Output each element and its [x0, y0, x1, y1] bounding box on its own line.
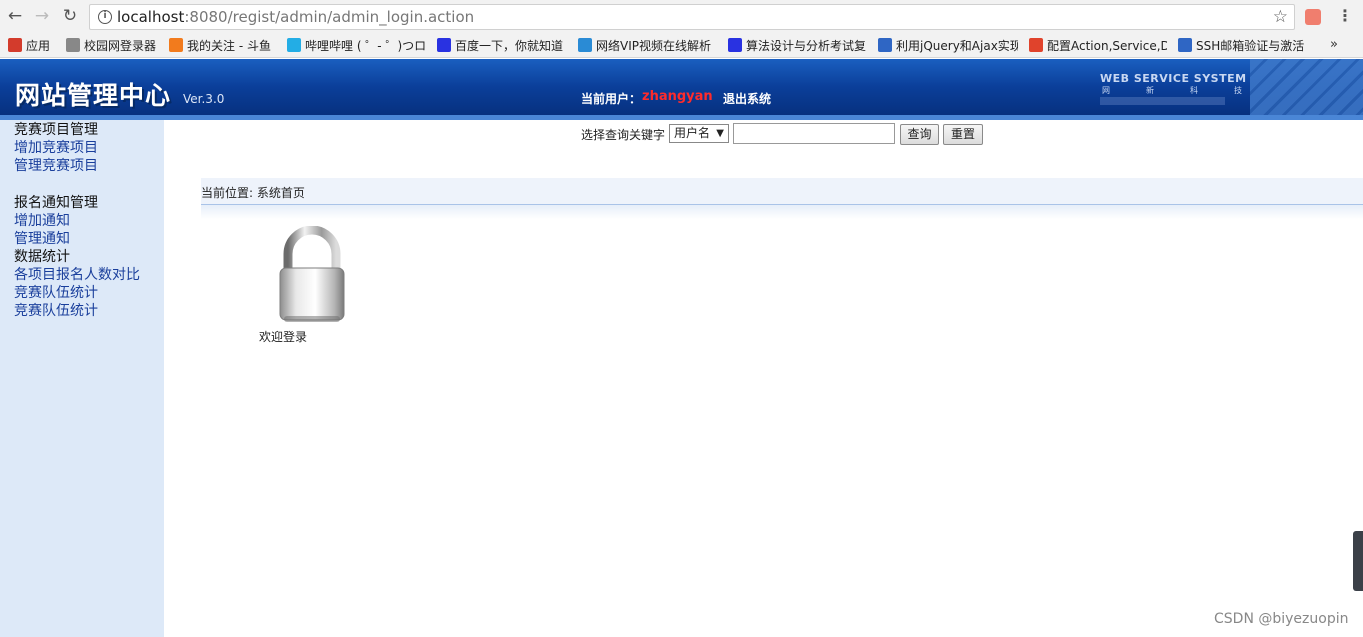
- browser-toolbar: ← → ↻ i localhost:8080/regist/admin/admi…: [0, 0, 1363, 34]
- sidebar-link[interactable]: 竞赛队伍统计: [14, 302, 98, 320]
- bookmark-star-icon[interactable]: ☆: [1273, 7, 1288, 27]
- url-host: localhost: [117, 8, 185, 26]
- site-version: Ver.3.0: [183, 92, 225, 106]
- breadcrumb-bar: [201, 178, 1363, 205]
- query-button[interactable]: 查询: [900, 124, 939, 145]
- bookmark-item[interactable]: SSH邮箱验证与激活: [1178, 38, 1318, 54]
- sidebar-section-heading: 竞赛项目管理: [14, 122, 98, 138]
- current-user-label: 当前用户：: [581, 92, 642, 106]
- page-icon: [66, 38, 80, 52]
- sidebar-link[interactable]: 增加通知: [14, 212, 70, 230]
- bookmark-label: 百度一下，你就知道: [455, 39, 564, 53]
- brand-decoration: [1100, 97, 1225, 105]
- bookmark-label: 哔哩哔哩 ( ゜- ゜)つロ: [305, 39, 427, 53]
- sidebar: 竞赛项目管理 增加竞赛项目 管理竞赛项目 报名通知管理 增加通知 管理通知 数据统计 各项目报…: [0, 120, 164, 637]
- search-field-select[interactable]: 用户名 ▼: [669, 124, 729, 143]
- welcome-text: 欢迎登录: [259, 330, 308, 344]
- brand-sub-char: 新: [1146, 86, 1154, 95]
- site-title: 网站管理中心: [15, 81, 172, 110]
- bookmark-label: 我的关注 - 斗鱼: [187, 39, 271, 53]
- bookmark-item[interactable]: 校园网登录器: [66, 38, 162, 54]
- bookmarks-more-icon[interactable]: »: [1330, 37, 1338, 52]
- current-user-name: zhangyan: [642, 89, 713, 104]
- brand-subtitle: 网 新 科 技: [1102, 85, 1242, 96]
- forward-arrow-icon[interactable]: →: [32, 6, 52, 26]
- apps-grid-icon: [8, 38, 22, 52]
- bookmark-item[interactable]: 算法设计与分析考试复: [728, 38, 868, 54]
- info-icon[interactable]: i: [98, 10, 112, 24]
- reset-button[interactable]: 重置: [943, 124, 983, 145]
- bookmark-item[interactable]: 配置Action,Service,D: [1029, 38, 1167, 54]
- bookmark-item[interactable]: 应用: [8, 38, 56, 54]
- search-keyword-label: 选择查询关键字: [581, 128, 666, 142]
- back-arrow-icon[interactable]: ←: [5, 6, 25, 26]
- brand-sub-char: 网: [1102, 86, 1110, 95]
- sidebar-link[interactable]: 竞赛队伍统计: [14, 284, 98, 302]
- keyboard-graphic: [1250, 59, 1363, 120]
- brand-sub-char: 科: [1190, 86, 1198, 95]
- globe-icon: [578, 38, 592, 52]
- bookmark-label: 校园网登录器: [84, 39, 157, 53]
- bookmark-item[interactable]: 我的关注 - 斗鱼: [169, 38, 279, 54]
- flame-icon: [1029, 38, 1043, 52]
- sidebar-link[interactable]: 各项目报名人数对比: [14, 266, 140, 284]
- bookmark-label: 配置Action,Service,D: [1047, 39, 1167, 53]
- breadcrumb-shadow: [201, 205, 1363, 219]
- breadcrumb: 当前位置: 系统首页: [201, 186, 305, 200]
- sidebar-section-heading: 报名通知管理: [14, 195, 98, 211]
- address-bar[interactable]: i localhost:8080/regist/admin/admin_logi…: [89, 4, 1295, 30]
- sidebar-section-heading: 数据统计: [14, 249, 70, 265]
- bookmark-item[interactable]: 网络VIP视频在线解析: [578, 38, 718, 54]
- reload-icon[interactable]: ↻: [60, 6, 80, 26]
- bookmark-label: 应用: [26, 39, 51, 53]
- browser-menu-icon[interactable]: ⋮: [1337, 6, 1353, 25]
- watermark: CSDN @biyezuopin: [1214, 611, 1349, 627]
- side-scroll-handle[interactable]: [1353, 531, 1363, 591]
- bookmark-label: SSH邮箱验证与激活: [1196, 39, 1305, 53]
- url-text[interactable]: localhost:8080/regist/admin/admin_login.…: [117, 8, 474, 26]
- brand-title: WEB SERVICE SYSTEM: [1100, 72, 1247, 85]
- bookmarks-bar: SSH邮箱验证与激活 配置Action,Service,D 利用jQuery和Aja…: [0, 34, 1363, 58]
- header-divider: [0, 115, 1363, 120]
- bookmark-item[interactable]: 哔哩哔哩 ( ゜- ゜)つロ: [287, 38, 427, 54]
- lock-icon: [272, 225, 352, 326]
- dropdown-caret-icon: ▼: [716, 128, 724, 139]
- bookmark-item[interactable]: 利用jQuery和Ajax实现: [878, 38, 1018, 54]
- search-input[interactable]: [733, 123, 895, 144]
- globe-icon: [1178, 38, 1192, 52]
- sidebar-link[interactable]: 管理通知: [14, 230, 70, 248]
- site-header: 网站管理中心 Ver.3.0 当前用户： zhangyan 退出系统 WEB S…: [0, 59, 1363, 120]
- url-path: :8080/regist/admin/admin_login.action: [184, 8, 475, 26]
- search-field-value: 用户名: [674, 126, 711, 140]
- sidebar-link[interactable]: 管理竞赛项目: [14, 157, 98, 175]
- bookmark-label: 网络VIP视频在线解析: [596, 39, 711, 53]
- bookmark-label: 算法设计与分析考试复: [746, 39, 867, 53]
- brand-sub-char: 技: [1234, 86, 1242, 95]
- extension-icon[interactable]: [1305, 9, 1321, 25]
- bookmark-label: 利用jQuery和Ajax实现: [896, 39, 1018, 53]
- baidu-paw-icon: [437, 38, 451, 52]
- logout-link[interactable]: 退出系统: [723, 90, 771, 107]
- sidebar-link[interactable]: 增加竞赛项目: [14, 139, 98, 157]
- bookmark-item[interactable]: 百度一下，你就知道: [437, 38, 567, 54]
- baidu-paw-icon: [728, 38, 742, 52]
- globe-icon: [878, 38, 892, 52]
- douyu-icon: [169, 38, 183, 52]
- bilibili-icon: [287, 38, 301, 52]
